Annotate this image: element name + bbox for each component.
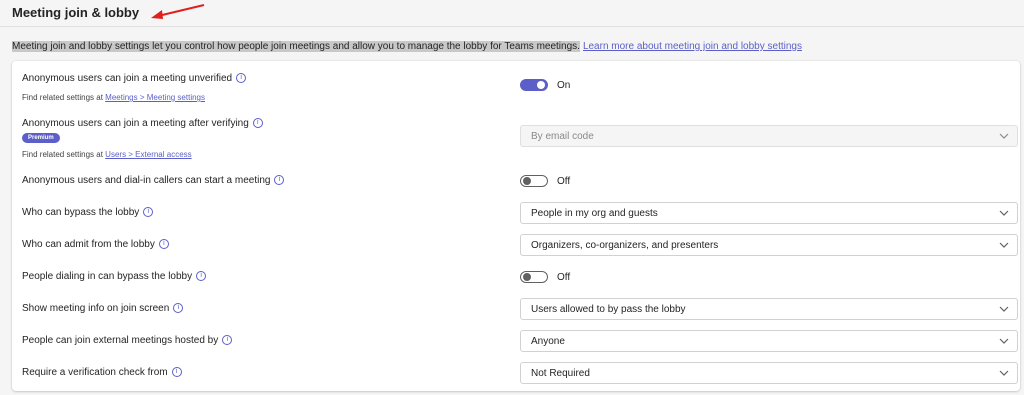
- anonymous-unverified-toggle[interactable]: [520, 79, 548, 91]
- learn-more-link[interactable]: Learn more about meeting join and lobby …: [583, 41, 802, 52]
- select-value: Organizers, co-organizers, and presenter…: [531, 240, 719, 251]
- toggle-state: Off: [557, 176, 571, 187]
- verification-method-select[interactable]: By email code: [520, 125, 1018, 147]
- select-value: Anyone: [531, 336, 565, 347]
- info-icon[interactable]: i: [252, 118, 263, 129]
- toggle-knob: [523, 177, 531, 185]
- select-value: By email code: [531, 131, 594, 142]
- toggle-state: On: [557, 80, 571, 91]
- meeting-info-select[interactable]: Users allowed to by pass the lobby: [520, 298, 1018, 320]
- toggle-knob: [537, 81, 545, 89]
- info-icon[interactable]: i: [158, 239, 169, 250]
- info-icon[interactable]: i: [143, 207, 154, 218]
- toggle-knob: [523, 273, 531, 281]
- info-icon[interactable]: i: [173, 303, 184, 314]
- chevron-down-icon: [999, 338, 1009, 344]
- info-icon[interactable]: i: [171, 367, 182, 378]
- external-meetings-select[interactable]: Anyone: [520, 330, 1018, 352]
- section-description: Meeting join and lobby settings let you …: [12, 41, 802, 52]
- premium-badge: Premium: [22, 133, 60, 143]
- external-access-link[interactable]: Users > External access: [105, 150, 191, 159]
- select-value: Not Required: [531, 368, 590, 379]
- info-icon[interactable]: i: [274, 175, 285, 186]
- setting-label: People dialing in can bypass the lobby i: [22, 271, 207, 282]
- chevron-down-icon: [999, 242, 1009, 248]
- toggle-state: Off: [557, 272, 571, 283]
- chevron-down-icon: [999, 133, 1009, 139]
- meeting-settings-link[interactable]: Meetings > Meeting settings: [105, 93, 205, 102]
- setting-label: Require a verification check from i: [22, 367, 182, 378]
- select-value: People in my org and guests: [531, 208, 658, 219]
- red-arrow-annotation: [151, 4, 205, 19]
- settings-card: Anonymous users can join a meeting unver…: [12, 61, 1020, 391]
- description-text: Meeting join and lobby settings let you …: [12, 41, 580, 52]
- verification-check-select[interactable]: Not Required: [520, 362, 1018, 384]
- setting-label: Who can admit from the lobby i: [22, 239, 169, 250]
- select-value: Users allowed to by pass the lobby: [531, 304, 686, 315]
- section-title: Meeting join & lobby: [12, 5, 140, 20]
- related-settings-note: Find related settings at Users > Externa…: [22, 150, 192, 159]
- setting-label: Show meeting info on join screen i: [22, 303, 184, 314]
- setting-label: Anonymous users can join a meeting unver…: [22, 73, 247, 84]
- info-icon[interactable]: i: [196, 271, 207, 282]
- setting-label: Anonymous users and dial-in callers can …: [22, 175, 285, 186]
- admit-lobby-select[interactable]: Organizers, co-organizers, and presenter…: [520, 234, 1018, 256]
- bypass-lobby-select[interactable]: People in my org and guests: [520, 202, 1018, 224]
- setting-label: Who can bypass the lobby i: [22, 207, 154, 218]
- chevron-down-icon: [999, 370, 1009, 376]
- dialin-start-toggle[interactable]: [520, 175, 548, 187]
- chevron-down-icon: [999, 306, 1009, 312]
- section-header: Meeting join & lobby: [0, 0, 1024, 27]
- dialin-bypass-toggle[interactable]: [520, 271, 548, 283]
- setting-label: People can join external meetings hosted…: [22, 335, 233, 346]
- setting-label: Anonymous users can join a meeting after…: [22, 118, 263, 129]
- info-icon[interactable]: i: [236, 73, 247, 84]
- info-icon[interactable]: i: [222, 335, 233, 346]
- related-settings-note: Find related settings at Meetings > Meet…: [22, 93, 206, 102]
- chevron-down-icon: [999, 210, 1009, 216]
